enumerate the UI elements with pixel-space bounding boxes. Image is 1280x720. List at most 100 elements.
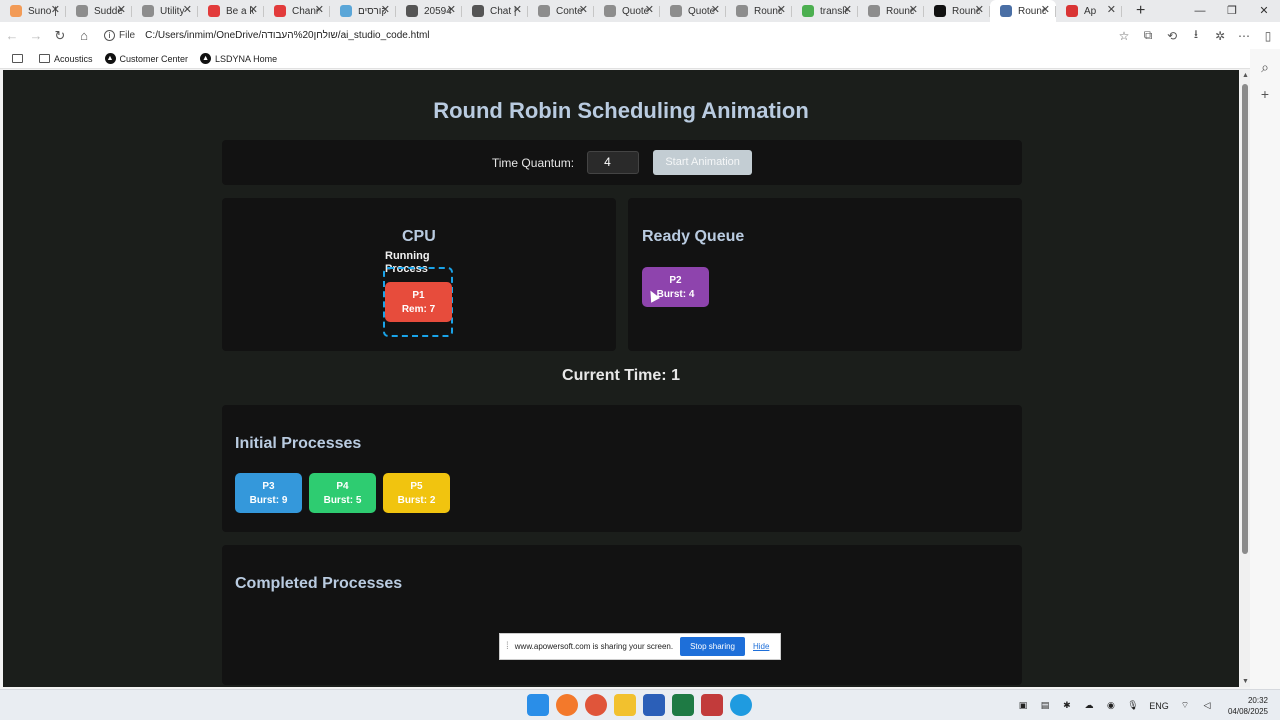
hide-link[interactable]: Hide (753, 642, 769, 651)
forward-icon[interactable]: → (24, 28, 48, 43)
browser-tab[interactable]: קורסים ✕ (330, 0, 396, 22)
extensions-icon[interactable]: ⧉ (1136, 28, 1160, 43)
refresh-icon[interactable]: ↻ (48, 28, 72, 44)
tab-close-icon[interactable]: ✕ (579, 3, 588, 16)
wifi-icon[interactable]: ⌔ (1178, 700, 1192, 711)
stop-sharing-button[interactable]: Stop sharing (680, 637, 745, 656)
tab-close-icon[interactable]: ✕ (315, 3, 324, 16)
browser-tab[interactable]: Quote ✕ (660, 0, 726, 22)
sidebar-toggle-icon[interactable]: ▯ (1256, 29, 1280, 43)
excel-icon[interactable] (672, 694, 694, 716)
browser-tab[interactable]: 20594 ✕ (396, 0, 462, 22)
tab-close-icon[interactable]: ✕ (777, 3, 786, 16)
system-tray: ▣ ▤ ✱ ☁ ◉ 🎙 ENG ⌔ ◁ 20:32 04/08/2025 (1016, 690, 1280, 720)
browser-tab[interactable]: Round ✕ (924, 0, 990, 22)
minimize-icon[interactable]: — (1184, 0, 1216, 22)
bookmark-customer-center[interactable]: ▲ Customer Center (104, 53, 188, 64)
tab-close-icon[interactable]: ✕ (909, 3, 918, 16)
bluetooth-icon[interactable]: ✱ (1060, 700, 1074, 711)
tab-favicon-icon (472, 5, 484, 17)
search-icon[interactable]: ⌕ (1250, 59, 1280, 76)
page-title: Round Robin Scheduling Animation (433, 98, 809, 123)
browser-tab[interactable]: Quote ✕ (594, 0, 660, 22)
new-tab-icon[interactable]: + (1136, 2, 1156, 20)
scroll-down-icon[interactable]: ▼ (1242, 678, 1249, 685)
tab-close-icon[interactable]: ✕ (843, 3, 852, 16)
restore-icon[interactable]: ❐ (1216, 0, 1248, 22)
initial-processes-panel: Initial Processes P3 Burst: 9 P4 Burst: 5 P5… (222, 405, 1022, 532)
language-indicator[interactable]: ENG (1148, 701, 1170, 711)
history-icon[interactable]: ⟲ (1160, 29, 1184, 43)
url-field[interactable]: i File C:/Users/inmim/OneDrive/שולחן%20ה… (104, 30, 430, 41)
tab-close-icon[interactable]: ✕ (249, 3, 258, 16)
browser-tab[interactable]: Round ✕ (990, 0, 1056, 22)
process-card-initial: P5 Burst: 2 (383, 473, 450, 513)
tab-close-icon[interactable]: ✕ (1041, 3, 1050, 16)
taskbar-apps (527, 694, 759, 716)
tray-app-icon[interactable]: ▣ (1016, 700, 1030, 711)
browser-tab[interactable]: Chat | ✕ (462, 0, 528, 22)
tab-close-icon[interactable]: ✕ (447, 3, 456, 16)
security-icon[interactable]: ◉ (1104, 700, 1118, 711)
browser-tab[interactable]: Suno | ✕ (0, 0, 66, 22)
tab-close-icon[interactable]: ✕ (513, 3, 522, 16)
tab-actions-icon[interactable] (12, 54, 27, 63)
tray-app-icon[interactable]: ▤ (1038, 700, 1052, 711)
volume-icon[interactable]: ◁ (1200, 700, 1214, 711)
tab-close-icon[interactable]: ✕ (645, 3, 654, 16)
firefox-icon[interactable] (556, 694, 578, 716)
back-icon[interactable]: ← (0, 28, 24, 43)
tab-close-icon[interactable]: ✕ (51, 3, 60, 16)
page-scrollbar[interactable]: ▲ ▼ (1240, 70, 1250, 687)
browser-tab[interactable]: Round ✕ (858, 0, 924, 22)
home-icon[interactable]: ⌂ (72, 28, 96, 43)
word-icon[interactable] (643, 694, 665, 716)
quantum-label: Time Quantum: (491, 155, 575, 170)
browser-sidebar: ⌕ + (1250, 49, 1280, 689)
start-animation-button[interactable]: Start Animation (653, 150, 753, 175)
url-text: C:/Users/inmim/OneDrive/שולחן%20העבודה/a… (145, 30, 430, 41)
browser-tab[interactable]: Utility ✕ (132, 0, 198, 22)
tab-close-icon[interactable]: ✕ (117, 3, 126, 16)
process-burst: Burst: 2 (397, 495, 436, 506)
profile-icon[interactable]: ✲ (1208, 29, 1232, 43)
tab-close-icon[interactable]: ✕ (711, 3, 720, 16)
app-icon[interactable] (585, 694, 607, 716)
scroll-up-icon[interactable]: ▲ (1242, 72, 1249, 79)
more-menu-icon[interactable]: ⋯ (1232, 29, 1256, 43)
window-close-icon[interactable]: ✕ (1248, 0, 1280, 22)
add-icon[interactable]: + (1250, 86, 1280, 102)
favorite-star-icon[interactable]: ☆ (1112, 29, 1136, 43)
taskbar: ▣ ▤ ✱ ☁ ◉ 🎙 ENG ⌔ ◁ 20:32 04/08/2025 (0, 689, 1280, 720)
browser-tab[interactable]: Be a lo✕ (198, 0, 264, 22)
controls-panel: Time Quantum: 4 Start Animation (222, 140, 1022, 185)
browser-tab[interactable]: Round ✕ (726, 0, 792, 22)
clock[interactable]: 20:32 04/08/2025 (1228, 695, 1268, 717)
file-explorer-icon[interactable] (614, 694, 636, 716)
tab-close-icon[interactable]: ✕ (1107, 3, 1116, 16)
downloads-icon[interactable]: ⭳ (1184, 25, 1208, 46)
snipping-tool-icon[interactable] (701, 694, 723, 716)
scrollbar-thumb[interactable] (1242, 84, 1248, 554)
start-menu-icon[interactable] (527, 694, 549, 716)
tab-favicon-icon (274, 5, 286, 17)
tab-favicon-icon (1066, 5, 1078, 17)
info-icon[interactable]: i (104, 30, 115, 41)
browser-tab[interactable]: Ap ✕ (1056, 0, 1122, 22)
tab-close-icon[interactable]: ✕ (381, 3, 390, 16)
tab-close-icon[interactable]: ✕ (183, 3, 192, 16)
bookmark-acoustics[interactable]: Acoustics (39, 54, 93, 64)
tab-favicon-icon (406, 5, 418, 17)
microphone-icon[interactable]: 🎙 (1126, 700, 1140, 711)
onedrive-icon[interactable]: ☁ (1082, 700, 1096, 711)
edge-icon[interactable] (730, 694, 752, 716)
browser-tab[interactable]: Conte ✕ (528, 0, 594, 22)
browser-tab[interactable]: Chann ✕ (264, 0, 330, 22)
browser-tab[interactable]: Sudden✕ (66, 0, 132, 22)
time-quantum-input[interactable]: 4 (587, 151, 640, 174)
bookmark-lsdyna-home[interactable]: ▲ LSDYNA Home (200, 53, 277, 64)
drag-handle-icon[interactable]: ⁞ (506, 641, 509, 652)
browser-tab[interactable]: transla ✕ (792, 0, 858, 22)
tab-close-icon[interactable]: ✕ (975, 3, 984, 16)
tab-favicon-icon (802, 5, 814, 17)
